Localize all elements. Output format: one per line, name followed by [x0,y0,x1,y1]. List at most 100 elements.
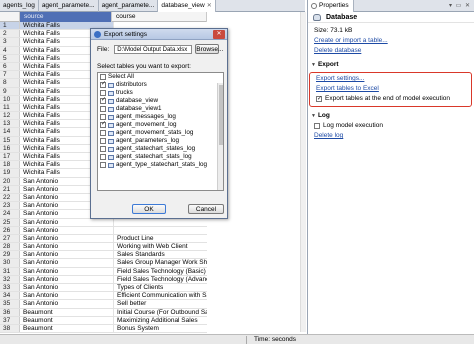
course-cell[interactable]: Field Sales Technology (Basic) [114,268,207,275]
row-number[interactable]: 11 [0,103,20,112]
course-cell[interactable]: Sales Standards [114,251,207,258]
source-cell[interactable]: San Antonio [20,267,114,275]
close-tab-icon[interactable]: ✕ [207,0,212,12]
row-number[interactable]: 7 [0,71,20,79]
source-cell[interactable]: Beaumont [20,308,114,316]
row-number[interactable]: 22 [0,193,20,202]
file-path-input[interactable]: D:\Model Output Data.xlsx [114,44,193,54]
log-model-option[interactable]: Log model execution [308,121,474,131]
row-number[interactable]: 3 [0,38,20,46]
row-number[interactable]: 35 [0,300,20,308]
log-model-checkbox[interactable] [314,123,320,129]
row-number[interactable]: 4 [0,46,20,54]
editor-tab[interactable]: database_view ✕ [158,0,216,12]
column-header-course[interactable]: course [112,12,207,22]
scroll-thumb[interactable] [219,85,223,145]
table-row[interactable]: 27 San Antonio Product Line [0,234,207,244]
row-number[interactable]: 9 [0,87,20,95]
table-row[interactable]: 35 San Antonio Sell better [0,300,207,309]
row-number[interactable]: 37 [0,316,20,324]
row-number[interactable]: 26 [0,226,20,234]
row-number[interactable]: 21 [0,185,20,193]
row-number[interactable]: 1 [0,22,20,30]
export-settings-link[interactable]: Export settings... [316,75,364,82]
source-cell[interactable]: Beaumont [20,316,114,324]
row-number[interactable]: 6 [0,62,20,71]
table-row[interactable]: 32 San Antonio Field Sales Technology (Adv… [0,275,207,284]
table-list-item[interactable]: agent_statechart_stats_log [98,153,223,161]
table-list-item[interactable]: database_view1 [98,105,223,113]
table-checkbox[interactable] [100,80,106,88]
row-number[interactable]: 13 [0,120,20,128]
close-icon[interactable]: ✕ [213,29,225,39]
table-checkbox[interactable] [100,162,106,168]
export-to-excel-link[interactable]: Export tables to Excel [316,85,379,92]
row-number[interactable]: 30 [0,259,20,267]
table-list-item[interactable]: agent_movement_stats_log [98,129,223,137]
table-row[interactable]: 36 Beaumont Initial Course (For Outbound S… [0,308,207,317]
table-list-item[interactable]: agent_messages_log [98,113,223,121]
browse-button[interactable]: Browse... [195,44,223,54]
table-vertical-scrollbar[interactable] [300,12,306,332]
table-list-item[interactable]: trucks [98,89,223,97]
table-checkbox[interactable] [100,96,106,104]
source-cell[interactable]: San Antonio [20,226,114,234]
row-number[interactable]: 10 [0,95,20,103]
select-all-item[interactable]: Select All [98,73,223,81]
row-number[interactable]: 34 [0,292,20,300]
source-cell[interactable]: San Antonio [20,218,114,226]
table-row[interactable]: 38 Beaumont Bonus System [0,324,207,334]
table-list-item[interactable]: agent_parameters_log [98,137,223,145]
source-cell[interactable]: Beaumont [20,324,114,333]
table-row[interactable]: 25 San Antonio [0,218,207,227]
list-scrollbar[interactable] [217,83,223,190]
row-number[interactable]: 36 [0,308,20,316]
row-number[interactable]: 23 [0,202,20,210]
course-cell[interactable]: Efficient Communication with Sales [114,292,207,299]
editor-tab[interactable]: agent_paramete... [39,0,99,12]
export-section-header[interactable]: ▼ Export [308,60,474,70]
row-number[interactable]: 38 [0,324,20,333]
row-number[interactable]: 32 [0,275,20,283]
export-at-end-option[interactable]: Export tables at the end of model execut… [310,94,471,104]
row-number[interactable]: 33 [0,284,20,292]
row-number[interactable]: 17 [0,153,20,161]
course-cell[interactable] [114,219,207,226]
table-row[interactable]: 34 San Antonio Efficient Communication wit… [0,292,207,301]
row-number[interactable]: 14 [0,128,20,136]
table-row[interactable]: 29 San Antonio Sales Standards [0,251,207,260]
table-list-item[interactable]: agent_movement_log [98,120,223,129]
row-number[interactable]: 24 [0,210,20,218]
row-number[interactable]: 25 [0,218,20,226]
delete-database-link[interactable]: Delete database [314,47,361,54]
table-row[interactable]: 33 San Antonio Types of Clients [0,284,207,293]
course-cell[interactable]: Field Sales Technology (Advanced) [114,276,207,283]
source-cell[interactable]: San Antonio [20,292,114,300]
course-cell[interactable]: Maximizing Additional Sales [114,317,207,324]
table-list-item[interactable]: agent_type_statechart_stats_log [98,161,223,169]
row-number[interactable]: 18 [0,161,20,169]
table-checkbox[interactable] [100,146,106,152]
row-number[interactable]: 29 [0,251,20,259]
table-checkbox[interactable] [100,120,106,128]
dialog-title-bar[interactable]: Export settings ✕ [91,29,227,40]
row-number[interactable]: 16 [0,144,20,152]
table-row[interactable]: 28 San Antonio Working with Web Client [0,243,207,252]
ok-button[interactable]: OK [132,204,166,214]
source-cell[interactable]: San Antonio [20,243,114,251]
table-row[interactable]: 37 Beaumont Maximizing Additional Sales [0,316,207,325]
course-cell[interactable]: Bonus System [114,325,207,332]
source-cell[interactable]: San Antonio [20,275,114,283]
column-header-source[interactable]: source [20,12,112,22]
source-cell[interactable]: San Antonio [20,259,114,267]
course-cell[interactable]: Sell better [114,300,207,307]
row-number[interactable]: 20 [0,177,20,185]
row-number[interactable]: 2 [0,30,20,38]
row-number[interactable]: 12 [0,112,20,120]
row-number[interactable]: 5 [0,54,20,62]
course-cell[interactable]: Initial Course (For Outbound Sales) [114,309,207,316]
table-row[interactable]: 26 San Antonio [0,226,207,235]
table-list-item[interactable]: agent_statechart_states_log [98,145,223,153]
source-cell[interactable]: San Antonio [20,251,114,259]
table-checkbox[interactable] [100,106,106,112]
